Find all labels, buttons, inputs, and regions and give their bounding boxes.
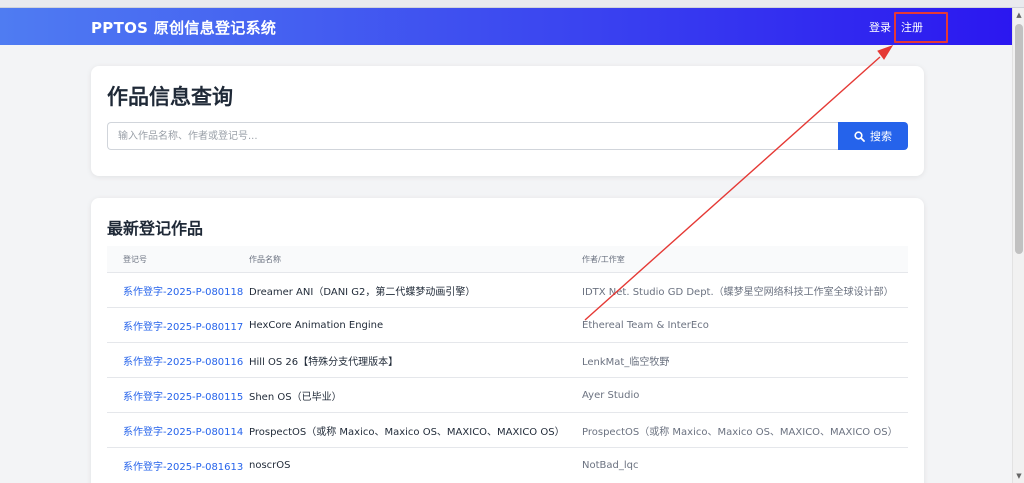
registration-id-link[interactable]: 系作登字-2025-P-080114 xyxy=(107,423,249,438)
scrollbar-thumb[interactable] xyxy=(1015,24,1023,254)
table-row: 系作登字-2025-P-080117 HexCore Animation Eng… xyxy=(107,307,908,342)
table-row: 系作登字-2025-P-080115 Shen OS（已毕业） Ayer Stu… xyxy=(107,377,908,412)
browser-toolbar-strip xyxy=(0,0,1024,8)
registration-id-link[interactable]: 系作登字-2025-P-080115 xyxy=(107,388,249,403)
work-name: Dreamer ANI（DANI G2，第二代蝶梦动画引擎） xyxy=(249,286,476,298)
site-brand[interactable]: PPTOS 原创信息登记系统 xyxy=(91,17,276,38)
table-header: 登记号 作品名称 作者/工作室 xyxy=(107,246,908,272)
column-header-name: 作品名称 xyxy=(249,254,281,264)
work-name: ProspectOS（或称 Maxico、Maxico OS、MAXICO、MA… xyxy=(249,426,565,438)
table-row: 系作登字-2025-P-080116 Hill OS 26【特殊分支代理版本】 … xyxy=(107,342,908,377)
search-button[interactable]: 搜索 xyxy=(838,122,908,150)
work-author: Ayer Studio xyxy=(582,389,640,401)
latest-works-card: 最新登记作品 登记号 作品名称 作者/工作室 系作登字-2025-P-08011… xyxy=(91,198,924,483)
table-row: 系作登字-2025-P-080114 ProspectOS（或称 Maxico、… xyxy=(107,412,908,447)
table-row: 系作登字-2025-P-081613 noscrOS NotBad_lqc xyxy=(107,447,908,482)
work-name: HexCore Animation Engine xyxy=(249,319,384,331)
search-button-label: 搜索 xyxy=(870,130,892,143)
work-author: NotBad_lqc xyxy=(582,459,639,471)
table-row: 系作登字-2025-P-080118 Dreamer ANI（DANI G2，第… xyxy=(107,272,908,307)
work-author: ProspectOS（或称 Maxico、Maxico OS、MAXICO、MA… xyxy=(582,426,898,438)
work-author: Ethereal Team & InterEco xyxy=(582,319,709,331)
search-card: 作品信息查询 搜索 xyxy=(91,66,924,176)
search-title: 作品信息查询 xyxy=(107,85,233,109)
registration-id-link[interactable]: 系作登字-2025-P-080118 xyxy=(107,283,249,298)
work-author: LenkMat_临空牧野 xyxy=(582,356,670,368)
scroll-down-icon[interactable]: ▼ xyxy=(1015,472,1023,480)
registration-id-link[interactable]: 系作登字-2025-P-080116 xyxy=(107,353,249,368)
column-header-id: 登记号 xyxy=(123,254,147,264)
register-link[interactable]: 注册 xyxy=(896,17,928,37)
login-link[interactable]: 登录 xyxy=(869,19,891,35)
search-input[interactable] xyxy=(107,122,838,150)
scroll-up-icon[interactable]: ▲ xyxy=(1015,11,1023,19)
top-navbar: PPTOS 原创信息登记系统 登录 注册 xyxy=(0,8,1012,45)
column-header-author: 作者/工作室 xyxy=(582,254,625,264)
search-icon xyxy=(854,130,865,142)
work-name: Shen OS（已毕业） xyxy=(249,391,342,403)
vertical-scrollbar[interactable]: ▲ ▼ xyxy=(1012,8,1024,483)
registration-id-link[interactable]: 系作登字-2025-P-080117 xyxy=(107,318,249,333)
work-name: Hill OS 26【特殊分支代理版本】 xyxy=(249,356,399,368)
registration-id-link[interactable]: 系作登字-2025-P-081613 xyxy=(107,458,249,473)
work-name: noscrOS xyxy=(249,459,291,471)
works-table: 登记号 作品名称 作者/工作室 系作登字-2025-P-080118 Dream… xyxy=(107,246,908,482)
work-author: IDTX Net. Studio GD Dept.（蝶梦星空网络科技工作室全球设… xyxy=(582,286,894,298)
latest-works-title: 最新登记作品 xyxy=(107,219,204,238)
